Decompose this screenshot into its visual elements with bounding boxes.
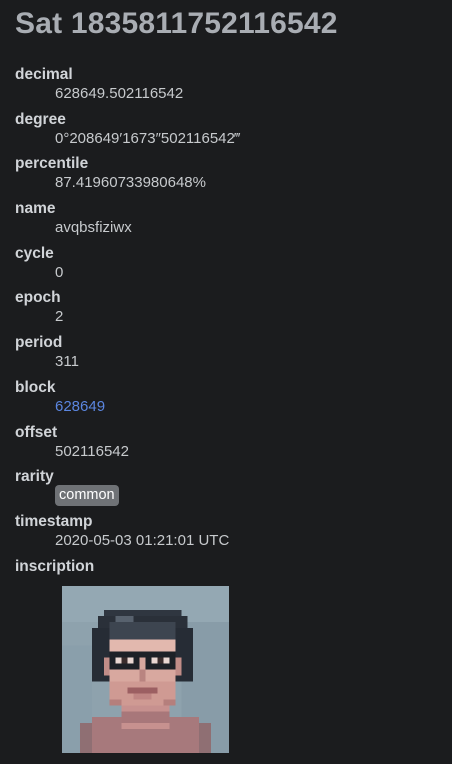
percentile-value: 87.41960733980648% <box>55 174 206 192</box>
timestamp-label: timestamp <box>15 512 93 530</box>
period-label: period <box>15 334 63 352</box>
rarity-badge: common <box>55 485 119 507</box>
epoch-label: epoch <box>15 289 61 307</box>
inscription-image-link[interactable] <box>62 586 229 753</box>
cycle-label: cycle <box>15 244 54 262</box>
offset-label: offset <box>15 423 58 441</box>
epoch-value: 2 <box>55 308 64 326</box>
decimal-value: 628649.502116542 <box>55 85 184 102</box>
percentile-label: percentile <box>15 155 89 173</box>
page-title: Sat 1835811752116542 <box>15 7 338 40</box>
inscription-label: inscription <box>15 557 95 575</box>
degree-value: 0°208649′1673″502116542‴ <box>55 129 241 147</box>
period-value: 311 <box>55 353 79 371</box>
offset-value: 502116542 <box>55 442 129 460</box>
cycle-value: 0 <box>55 263 64 281</box>
decimal-label: decimal <box>15 66 73 83</box>
block-link[interactable]: 628649 <box>55 398 105 415</box>
sat-details: decimal 628649.502116542 degree 0°208649… <box>15 65 445 576</box>
rarity-value: common <box>55 485 445 512</box>
timestamp-value: 2020-05-03 01:21:01 UTC <box>55 531 230 549</box>
block-value: 628649 <box>55 397 445 423</box>
inscription-pixel-portrait <box>62 586 229 753</box>
block-label: block <box>15 378 56 396</box>
name-value: avqbsfiziwx <box>55 219 132 237</box>
rarity-label: rarity <box>15 468 54 486</box>
name-label: name <box>15 200 56 218</box>
degree-label: degree <box>15 110 66 128</box>
